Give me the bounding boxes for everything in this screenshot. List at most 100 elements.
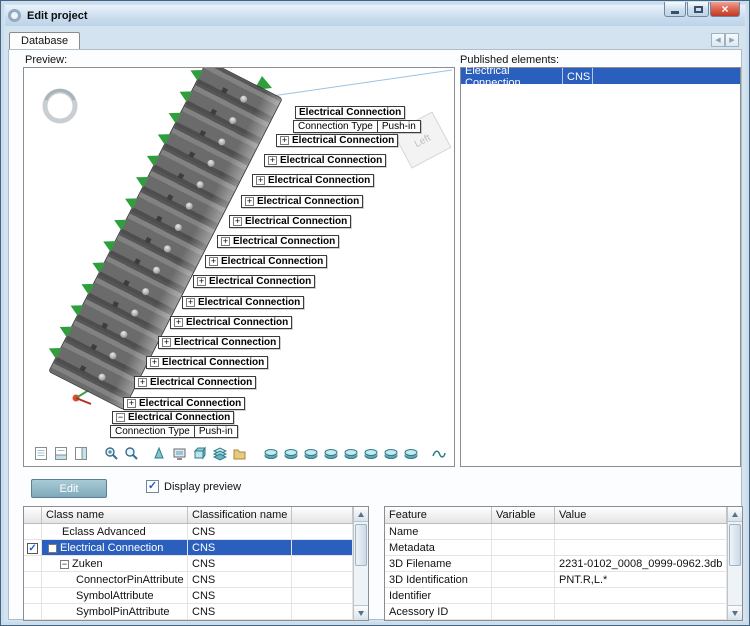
section-curve-icon[interactable] <box>431 446 447 461</box>
preview-label: Preview: <box>25 54 67 66</box>
standard-view-5-icon[interactable] <box>343 446 359 461</box>
connection-callout[interactable]: +Electrical Connection <box>229 215 351 228</box>
preview-canvas[interactable]: Left Electrical ConnectionConnection Typ… <box>24 68 454 440</box>
feature-cell: Identifier <box>385 588 492 603</box>
connection-callout[interactable]: +Electrical Connection <box>182 296 304 309</box>
expand-icon[interactable]: + <box>162 338 171 347</box>
scroll-up-button[interactable] <box>354 507 368 522</box>
scroll-up-button[interactable] <box>728 507 742 522</box>
variable-cell <box>492 572 555 587</box>
feature-table-row[interactable]: Name <box>385 524 727 540</box>
connection-callout[interactable]: +Electrical Connection <box>252 174 374 187</box>
feature-header-variable[interactable]: Variable <box>492 507 555 523</box>
connection-callout[interactable]: +Electrical Connection <box>264 154 386 167</box>
class-table-scrollbar[interactable] <box>353 507 368 620</box>
standard-view-7-icon[interactable] <box>383 446 399 461</box>
callout-label: Electrical Connection <box>245 216 347 227</box>
standard-view-4-icon[interactable] <box>323 446 339 461</box>
minimize-button[interactable] <box>664 2 686 17</box>
feature-header-feature[interactable]: Feature <box>385 507 492 523</box>
expand-icon[interactable]: + <box>209 257 218 266</box>
page-shaded-view-icon[interactable] <box>73 446 89 461</box>
class-table-row[interactable]: SymbolPinAttributeCNS <box>24 604 353 620</box>
expand-icon[interactable]: + <box>197 277 206 286</box>
zoom-window-icon[interactable] <box>123 446 139 461</box>
tab-scroll-left-icon[interactable] <box>711 33 725 47</box>
feature-table-row[interactable]: 3D IdentificationPNT.R,L.* <box>385 572 727 588</box>
class-name-cell: SymbolPinAttribute <box>42 604 188 619</box>
fit-screen-icon[interactable] <box>171 446 187 461</box>
page-view-icon[interactable] <box>33 446 49 461</box>
collapse-icon[interactable]: − <box>60 560 69 569</box>
scroll-down-button[interactable] <box>354 605 368 620</box>
class-table-row[interactable]: −ZukenCNS <box>24 556 353 572</box>
scroll-down-button[interactable] <box>728 605 742 620</box>
feature-table-scrollbar[interactable] <box>727 507 742 620</box>
zoom-in-icon[interactable] <box>103 446 119 461</box>
expand-icon[interactable]: + <box>221 237 230 246</box>
connection-callout[interactable]: +Electrical Connection <box>205 255 327 268</box>
class-header-classification[interactable]: Classification name <box>188 507 292 523</box>
feature-table-row[interactable]: Acessory ID <box>385 604 727 620</box>
callout-label: Electrical Connection <box>162 357 264 368</box>
display-preview-checkbox[interactable]: ✓ <box>146 480 159 493</box>
feature-table: Feature Variable Value NameMetadata3D Fi… <box>384 506 743 621</box>
wire-slot <box>134 258 141 265</box>
standard-view-8-icon[interactable] <box>403 446 419 461</box>
standard-view-3-icon[interactable] <box>303 446 319 461</box>
connection-callout[interactable]: +Electrical Connection <box>241 195 363 208</box>
scrollbar-thumb[interactable] <box>729 524 741 566</box>
class-table-row[interactable]: SymbolAttributeCNS <box>24 588 353 604</box>
orient-view-icon[interactable] <box>151 446 167 461</box>
connection-callout[interactable]: +Electrical Connection <box>134 376 256 389</box>
class-table-header: Class name Classification name <box>24 507 353 524</box>
materials-folder-icon[interactable] <box>231 446 247 461</box>
expand-icon[interactable]: + <box>280 136 289 145</box>
shaded-cube-icon[interactable] <box>191 446 207 461</box>
feature-table-row[interactable]: Identifier <box>385 588 727 604</box>
maximize-button[interactable] <box>687 2 709 17</box>
scrollbar-thumb[interactable] <box>355 524 367 566</box>
connection-callout[interactable]: +Electrical Connection <box>158 336 280 349</box>
expand-icon[interactable]: + <box>150 358 159 367</box>
connection-callout[interactable]: +Electrical Connection <box>123 397 245 410</box>
expand-icon[interactable]: + <box>174 318 183 327</box>
expand-icon[interactable]: + <box>138 378 147 387</box>
collapse-icon[interactable]: − <box>116 413 125 422</box>
standard-view-1-icon[interactable] <box>263 446 279 461</box>
class-table-row[interactable]: ✓−Electrical ConnectionCNS <box>24 540 353 556</box>
expand-icon[interactable]: + <box>256 176 265 185</box>
feature-table-row[interactable]: Metadata <box>385 540 727 556</box>
edit-button[interactable]: Edit <box>31 479 107 498</box>
collapse-icon[interactable]: − <box>48 544 57 553</box>
connection-callout[interactable]: +Electrical Connection <box>193 275 315 288</box>
connection-callout[interactable]: +Electrical Connection <box>170 316 292 329</box>
close-button[interactable]: × <box>710 2 740 17</box>
expand-icon[interactable]: + <box>268 156 277 165</box>
standard-view-6-icon[interactable] <box>363 446 379 461</box>
feature-header-value[interactable]: Value <box>555 507 727 523</box>
expand-icon[interactable]: + <box>186 298 195 307</box>
terminal-hole <box>174 223 183 232</box>
layers-icon[interactable] <box>211 446 227 461</box>
expand-icon[interactable]: + <box>245 197 254 206</box>
wire-slot <box>145 237 152 244</box>
expand-icon[interactable]: + <box>127 399 136 408</box>
class-table-row[interactable]: ConnectorPinAttributeCNS <box>24 572 353 588</box>
tab-database[interactable]: Database <box>9 32 80 50</box>
connection-callout[interactable]: +Electrical Connection <box>217 235 339 248</box>
published-elements-list[interactable]: Electrical Connection CNS <box>460 67 741 467</box>
class-header-name[interactable]: Class name <box>42 507 188 523</box>
class-table-row[interactable]: Eclass AdvancedCNS <box>24 524 353 540</box>
expand-icon[interactable]: + <box>233 217 242 226</box>
connection-callout[interactable]: +Electrical Connection <box>146 356 268 369</box>
page-split-view-icon[interactable] <box>53 446 69 461</box>
tab-scroll-right-icon[interactable] <box>725 33 739 47</box>
published-element-row[interactable]: Electrical Connection CNS <box>461 68 740 84</box>
standard-view-2-icon[interactable] <box>283 446 299 461</box>
connection-callout[interactable]: −Electrical Connection <box>112 411 234 424</box>
connection-callout[interactable]: +Electrical Connection <box>276 134 398 147</box>
row-checkbox[interactable]: ✓ <box>27 543 37 554</box>
feature-table-row[interactable]: 3D Filename2231-0102_0008_0999-0962.3db <box>385 556 727 572</box>
connection-callout[interactable]: Electrical Connection <box>295 106 405 119</box>
